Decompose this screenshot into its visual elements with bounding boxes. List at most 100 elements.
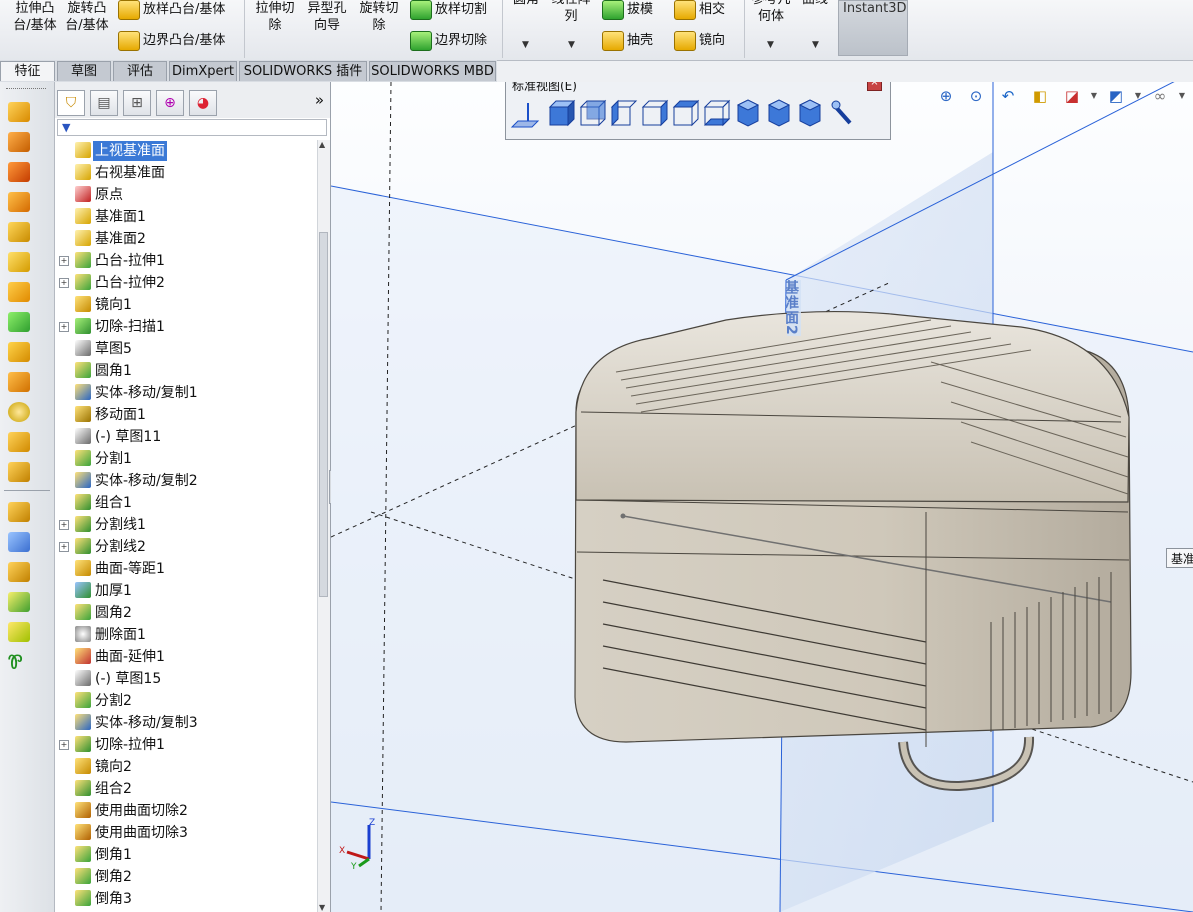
pattern-dropdown-icon[interactable]: ▼ [568,40,575,50]
fill-tool-button[interactable] [8,622,32,644]
tab-solidworks-mbd[interactable]: SOLIDWORKS MBD [369,61,496,81]
tab-sketch[interactable]: 草图 [57,61,111,81]
view-selector-button[interactable] [831,100,852,125]
loft-cut-button[interactable]: 放样切割 [410,0,487,20]
graphics-area[interactable]: 基准面2 Z X Y ⊕ ⊙ ↶ ◧ ◪ ▼ ◩ ▼ ∞ ▼ 标准视图(E) × [331,82,1193,912]
tree-item[interactable]: 倒角2 [55,866,317,888]
tree-item[interactable]: 使用曲面切除2 [55,800,317,822]
thicken-tool-button[interactable] [8,562,32,584]
tree-item[interactable]: 倒角3 [55,888,317,910]
tree-item[interactable]: 曲面-延伸1 [55,646,317,668]
section-view-button[interactable]: ◧ [1028,85,1052,107]
fillet-button[interactable]: 圆角 [506,0,546,8]
hole-wizard-button[interactable]: 异型孔向导 [302,0,352,34]
tree-item[interactable]: 组合2 [55,778,317,800]
dimxpert-manager-tab[interactable]: ⊕ [156,90,184,116]
instant3d-button[interactable]: Instant3D [838,0,908,56]
back-view-button[interactable] [579,99,607,127]
indent-tool-button[interactable] [8,252,32,274]
tree-filter-field[interactable]: ▼ [57,119,327,136]
revolve-cut-button[interactable]: 旋转切除 [354,0,404,34]
scroll-up-icon[interactable]: ▲ [319,140,325,149]
isometric-view-button[interactable] [736,99,760,127]
display-style-button[interactable]: ◩ [1104,85,1128,107]
boundary-cut-button[interactable]: 边界切除 [410,31,487,51]
ref-geometry-dropdown-icon[interactable]: ▼ [767,40,774,50]
extrude-cut-button[interactable]: 拉伸切除 [250,0,300,34]
tree-item[interactable]: 实体-移动/复制1 [55,382,317,404]
tree-item[interactable]: 镜向2 [55,756,317,778]
tab-features[interactable]: 特征 [0,61,55,81]
plane-2-label[interactable]: 基准面2 [783,280,801,336]
more-tabs-button[interactable]: » [315,91,324,109]
mirror-button[interactable]: 镜向 [674,31,725,51]
loft-boss-button[interactable]: 放样凸台/基体 [118,0,225,20]
tree-item[interactable]: (-) 草图11 [55,426,317,448]
expand-icon[interactable]: + [59,740,69,750]
tree-item[interactable]: 右视基准面 [55,162,317,184]
ref-geometry-button[interactable]: 参考几何体 [748,0,794,25]
feature-tree-tab[interactable]: ⛉ [57,90,85,116]
tree-item[interactable]: 原点 [55,184,317,206]
curves-dropdown-icon[interactable]: ▼ [812,40,819,50]
pipe-tool-button[interactable] [8,372,32,394]
tab-dimxpert[interactable]: DimXpert [169,61,237,81]
tree-item[interactable]: 倒角1 [55,844,317,866]
cube-tool-button[interactable] [8,592,32,614]
linear-pattern-button[interactable]: 线性阵列 [548,0,594,25]
curve-tool-button[interactable]: Ꮘ [8,652,32,674]
tree-item[interactable]: 圆角1 [55,360,317,382]
surface-tool-button[interactable] [8,282,32,304]
tree-item[interactable]: 加厚1 [55,580,317,602]
curves-button[interactable]: 曲线 [798,0,832,8]
tree-item[interactable]: 基准面2 [55,228,317,250]
expand-icon[interactable]: + [59,322,69,332]
toolbar-grip[interactable] [6,88,46,90]
tree-item[interactable]: 实体-移动/复制2 [55,470,317,492]
offset-surface-tool-button[interactable] [8,532,32,554]
split-tool-button[interactable] [8,462,32,484]
tree-item[interactable]: 分割1 [55,448,317,470]
left-view-button[interactable] [610,99,638,127]
sweep-tool-button[interactable] [8,312,32,334]
tree-item[interactable]: + 切除-扫描1 [55,316,317,338]
tree-item[interactable]: 组合1 [55,492,317,514]
tree-item[interactable]: 移动面1 [55,404,317,426]
model-lid[interactable] [575,310,1130,503]
close-toolbar-button[interactable]: × [867,82,882,91]
draft-button[interactable]: 拔模 [602,0,653,20]
normal-to-view-button[interactable] [510,99,542,129]
right-view-button[interactable] [641,99,669,127]
display-manager-tab[interactable]: ◕ [189,90,217,116]
hide-show-dropdown[interactable]: ▼ [1170,85,1193,107]
dimetric-view-button[interactable] [798,99,822,127]
tree-item[interactable]: + 分割线1 [55,514,317,536]
top-view-button[interactable] [672,99,700,127]
expand-icon[interactable]: + [59,256,69,266]
tree-item[interactable]: 曲面-等距1 [55,558,317,580]
move-face-tool-button[interactable] [8,502,32,524]
bottom-view-button[interactable] [703,99,731,127]
tree-scrollbar[interactable]: ▲ ▼ [317,140,330,912]
dynamic-annotation-button[interactable]: ◪ [1060,85,1084,107]
expand-icon[interactable]: + [59,520,69,530]
shell-button[interactable]: 抽壳 [602,31,653,51]
trimetric-view-button[interactable] [767,99,791,127]
expand-icon[interactable]: + [59,542,69,552]
config-manager-tab[interactable]: ⊞ [123,90,151,116]
combine-tool-button[interactable] [8,342,32,364]
zoom-to-fit-button[interactable]: ⊕ [934,85,958,107]
tree-item[interactable]: 分割2 [55,690,317,712]
tree-item[interactable]: + 凸台-拉伸1 [55,250,317,272]
revolve-boss-button[interactable]: 旋转凸台/基体 [62,0,112,34]
rib-tool-button[interactable] [8,102,32,124]
tree-item[interactable]: + 切除-拉伸1 [55,734,317,756]
intersect-button[interactable]: 相交 [674,0,725,20]
previous-view-button[interactable]: ↶ [996,85,1020,107]
tree-item[interactable]: 基准面1 [55,206,317,228]
tree-item[interactable]: 草图5 [55,338,317,360]
tree-item[interactable]: 实体-移动/复制3 [55,712,317,734]
zoom-area-button[interactable]: ⊙ [964,85,988,107]
tree-item[interactable]: 使用曲面切除3 [55,822,317,844]
tab-solidworks-addins[interactable]: SOLIDWORKS 插件 [239,61,367,81]
